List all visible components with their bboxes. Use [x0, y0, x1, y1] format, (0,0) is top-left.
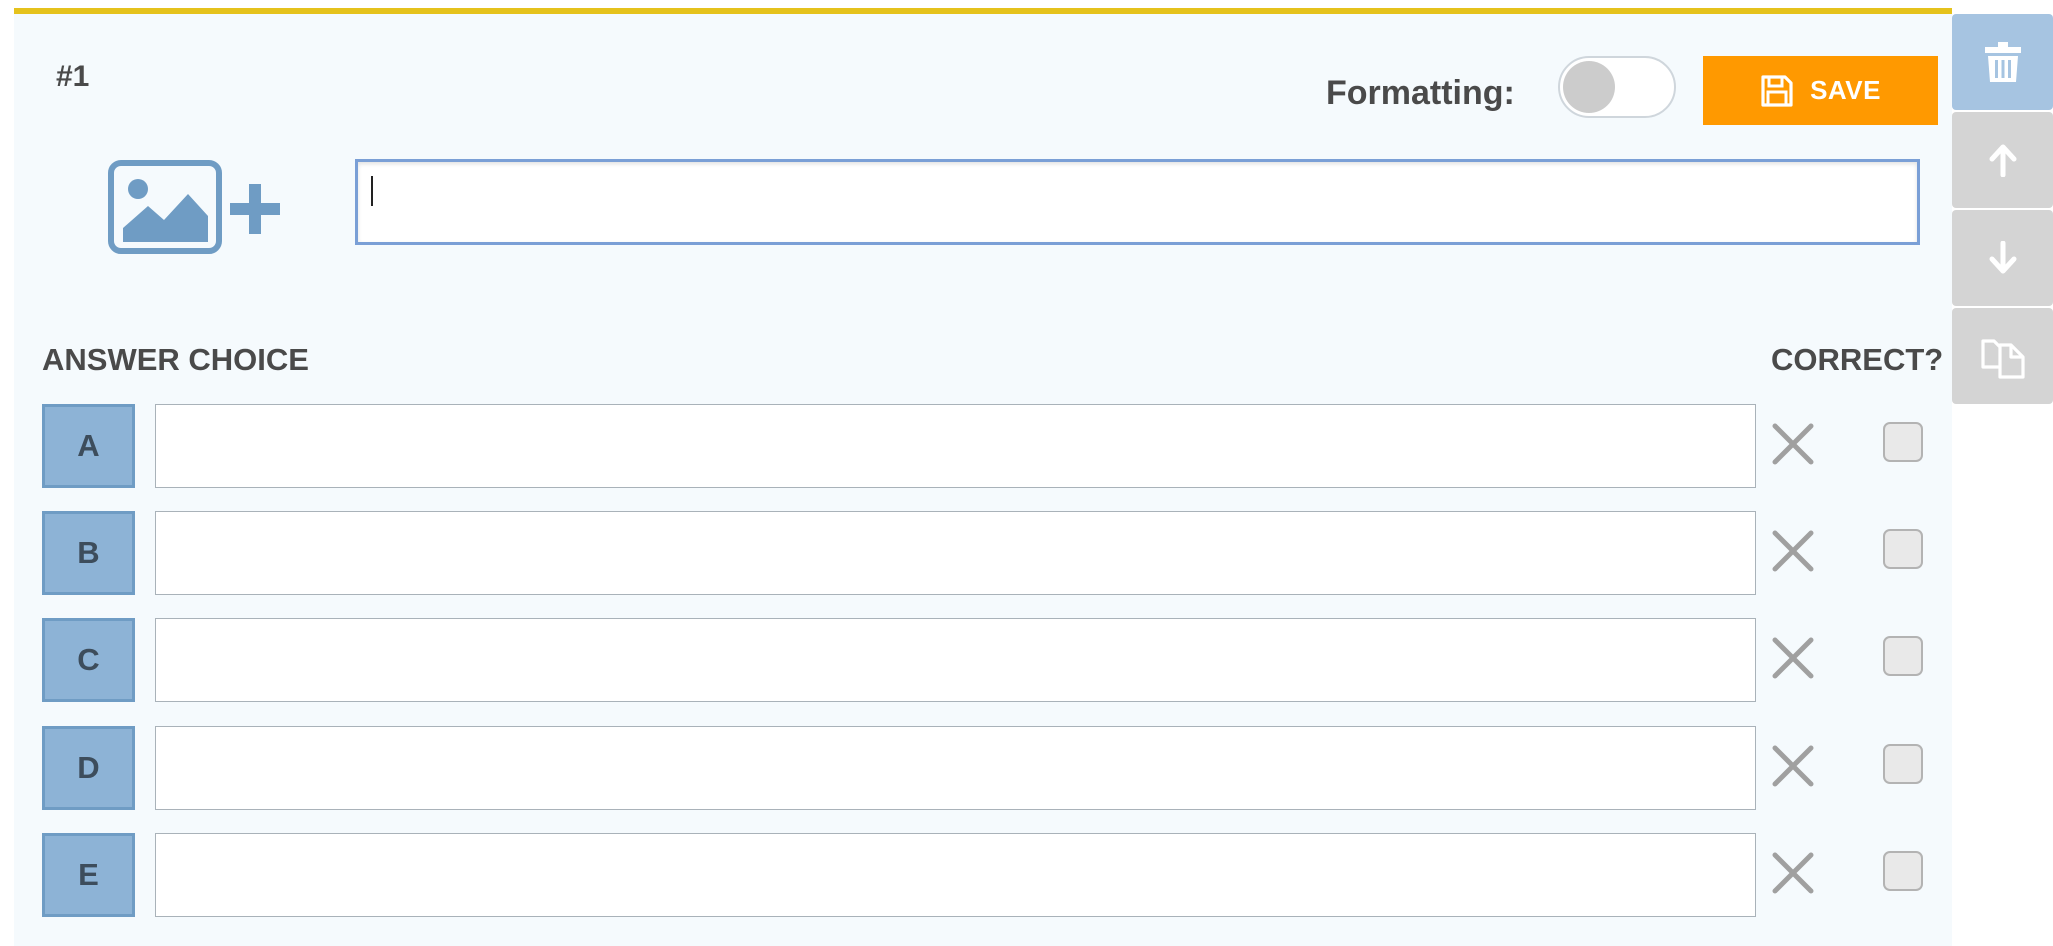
answer-row-b: B — [14, 511, 1952, 597]
move-down-button[interactable] — [1952, 210, 2053, 306]
toggle-knob — [1563, 61, 1615, 113]
remove-choice-b-icon[interactable] — [1771, 529, 1815, 573]
answer-input-b[interactable] — [155, 511, 1756, 595]
answer-input-e[interactable] — [155, 833, 1756, 917]
question-card: #1 Formatting: SAVE ANSWER CHOICE CORREC… — [14, 8, 1952, 946]
answer-row-d: D — [14, 726, 1952, 812]
choice-letter-c: C — [42, 618, 135, 702]
remove-choice-c-icon[interactable] — [1771, 636, 1815, 680]
answer-input-a[interactable] — [155, 404, 1756, 488]
choice-letter-b: B — [42, 511, 135, 595]
answer-row-a: A — [14, 404, 1952, 490]
question-number: #1 — [56, 60, 90, 93]
choice-letter-e: E — [42, 833, 135, 917]
floppy-disk-icon — [1761, 74, 1793, 107]
correct-checkbox-b[interactable] — [1883, 529, 1923, 569]
answer-input-c[interactable] — [155, 618, 1756, 702]
choice-letter-a: A — [42, 404, 135, 488]
add-image-icon — [108, 160, 280, 254]
text-caret — [371, 176, 373, 206]
move-up-button[interactable] — [1952, 112, 2053, 208]
formatting-toggle[interactable] — [1558, 56, 1676, 118]
arrow-down-icon — [1989, 241, 2016, 274]
save-label: SAVE — [1810, 75, 1881, 105]
correct-checkbox-e[interactable] — [1883, 851, 1923, 891]
remove-choice-d-icon[interactable] — [1771, 744, 1815, 788]
answer-choice-header: ANSWER CHOICE — [42, 342, 309, 377]
formatting-label: Formatting: — [1326, 74, 1515, 112]
duplicate-question-button[interactable] — [1952, 308, 2053, 404]
remove-choice-a-icon[interactable] — [1771, 422, 1815, 466]
answer-row-c: C — [14, 618, 1952, 704]
correct-checkbox-a[interactable] — [1883, 422, 1923, 462]
correct-header: CORRECT? — [1771, 342, 1944, 377]
answer-row-e: E — [14, 833, 1952, 919]
arrow-up-icon — [1989, 144, 2016, 177]
trash-icon — [1984, 42, 2021, 82]
remove-choice-e-icon[interactable] — [1771, 851, 1815, 895]
save-button[interactable]: SAVE — [1703, 56, 1938, 125]
correct-checkbox-d[interactable] — [1883, 744, 1923, 784]
copy-icon — [1980, 339, 2025, 379]
correct-checkbox-c[interactable] — [1883, 636, 1923, 676]
delete-question-button[interactable] — [1952, 14, 2053, 110]
question-text-input[interactable] — [355, 159, 1920, 245]
answer-input-d[interactable] — [155, 726, 1756, 810]
add-image-button[interactable] — [108, 160, 288, 256]
choice-letter-d: D — [42, 726, 135, 810]
